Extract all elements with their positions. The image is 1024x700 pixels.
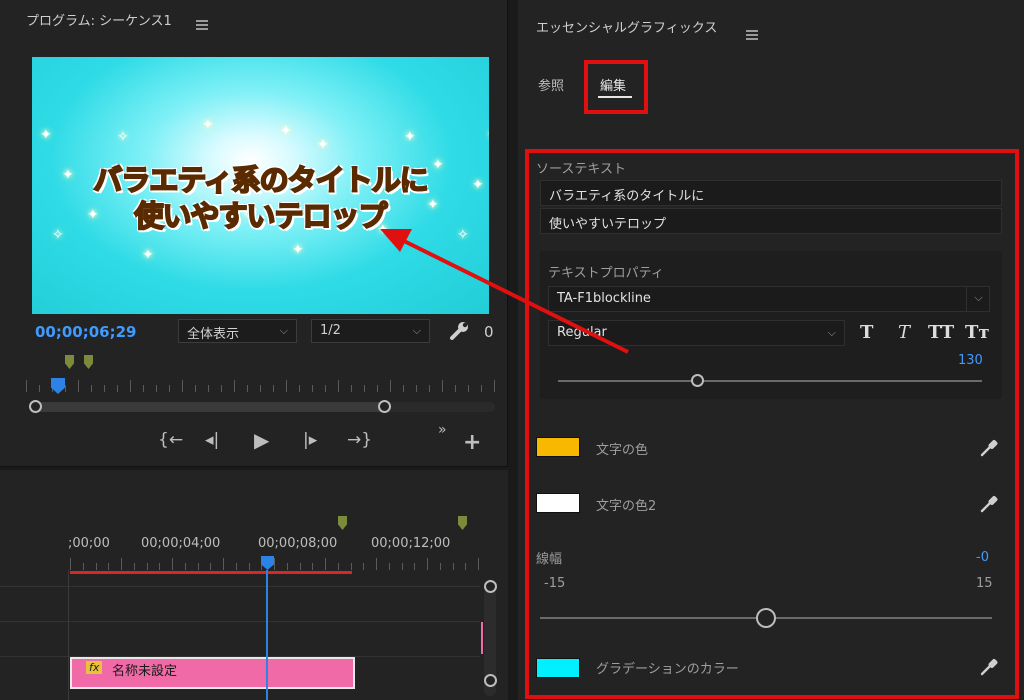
fx-badge: fx — [86, 661, 103, 674]
vscroll-handle-bottom[interactable] — [484, 674, 497, 687]
font-size-slider[interactable] — [558, 380, 982, 382]
gradient-color-label: グラデーションのカラー — [596, 662, 739, 677]
marker-icon[interactable] — [84, 355, 93, 369]
program-monitor-title: プログラム: シーケンス1 — [26, 14, 172, 29]
essential-graphics-panel: エッセンシャルグラフィックス 参照 編集 ソーステキスト バラエティ系のタイトル… — [518, 0, 1024, 700]
track-header-divider — [68, 570, 69, 700]
play-icon[interactable]: ▶ — [254, 428, 269, 452]
font-dropdown[interactable]: TA-F1blockline — [548, 286, 990, 312]
panel-menu-icon[interactable] — [196, 20, 208, 30]
chevron-down-icon: ⌵ — [279, 324, 288, 337]
gradient-color-swatch[interactable] — [536, 658, 580, 678]
font-style: Regular — [557, 325, 607, 340]
fill-color-swatch[interactable] — [536, 437, 580, 457]
font-size-value[interactable]: 130 — [958, 353, 983, 368]
fill2-color-label: 文字の色2 — [596, 499, 657, 514]
go-to-out-icon[interactable]: →} — [347, 430, 372, 450]
zoom-dropdown[interactable]: 全体表示 ⌵ — [178, 319, 297, 343]
zoom-handle-left[interactable] — [29, 400, 42, 413]
tab-edit[interactable]: 編集 — [600, 75, 626, 94]
step-forward-icon[interactable]: |▸ — [303, 430, 317, 450]
tab-browse[interactable]: 参照 — [538, 75, 564, 94]
zoom-scrollbar-thumb[interactable] — [34, 402, 385, 412]
go-to-in-icon[interactable]: {← — [158, 430, 183, 450]
source-text-label: ソーステキスト — [536, 162, 626, 177]
track-edge-marker — [481, 622, 483, 654]
tab-edit-underline — [598, 96, 632, 98]
chevron-down-icon: ⌵ — [412, 324, 421, 337]
stroke-min-label: -15 — [544, 576, 566, 591]
eyedropper-icon[interactable] — [978, 437, 1000, 459]
monitor-ruler[interactable] — [26, 380, 496, 394]
essential-graphics-title: エッセンシャルグラフィックス — [536, 21, 718, 36]
video-preview[interactable]: ✦ ✦ ✦ ✧ ✦ ✦ ✧ ✦ ✦ ✧ ✦ ✦ ✦ ✧ ✦ ✦ ✦ ✦ ✧ ✦ … — [32, 57, 489, 314]
timeline-ruler[interactable] — [70, 558, 480, 570]
stroke-width-label: 線幅 — [536, 552, 563, 567]
faux-bold-button[interactable]: T — [860, 322, 873, 343]
track-divider — [0, 621, 480, 622]
track-divider — [0, 586, 480, 587]
marker-icon[interactable] — [458, 516, 467, 530]
zoom-value: 全体表示 — [187, 327, 240, 342]
faux-italic-button[interactable]: T — [898, 322, 910, 343]
eyedropper-icon[interactable] — [978, 656, 1000, 678]
clip-name: 名称未設定 — [112, 664, 178, 679]
timeline-playhead-line — [266, 570, 268, 700]
font-style-dropdown[interactable]: Regular ⌵ — [548, 320, 845, 346]
vscroll-handle-top[interactable] — [484, 580, 497, 593]
source-text-line1[interactable]: バラエティ系のタイトルに — [540, 180, 1002, 206]
timecode-display[interactable]: 00;00;06;29 — [35, 323, 137, 341]
resolution-value: 1/2 — [320, 323, 341, 338]
ruler-label: 00;00;08;00 — [258, 536, 338, 551]
marker-icon[interactable] — [338, 516, 347, 530]
wrench-value: 0 — [484, 323, 494, 341]
all-caps-button[interactable]: TT — [928, 322, 954, 343]
ruler-label: ;00;00 — [68, 536, 110, 551]
fill-color-label: 文字の色 — [596, 443, 649, 458]
timeline-panel: ;00;00 00;00;04;00 00;00;08;00 00;00;12;… — [0, 470, 508, 700]
stroke-width-slider-knob[interactable] — [756, 608, 776, 628]
chevron-down-icon: ⌵ — [827, 326, 836, 339]
video-title-line2: 使いやすいテロップ — [133, 198, 388, 234]
panel-menu-icon[interactable] — [746, 30, 758, 40]
program-monitor-panel: プログラム: シーケンス1 ✦ ✦ ✦ ✧ ✦ ✦ ✧ ✦ ✦ ✧ ✦ ✦ ✦ … — [0, 0, 508, 467]
fill2-color-swatch[interactable] — [536, 493, 580, 513]
more-controls-icon[interactable]: » — [438, 422, 447, 438]
text-properties-label: テキストプロパティ — [548, 266, 664, 281]
marker-icon[interactable] — [65, 355, 74, 369]
zoom-handle-right[interactable] — [378, 400, 391, 413]
ruler-label: 00;00;12;00 — [371, 536, 451, 551]
wrench-icon[interactable] — [449, 321, 471, 341]
eyedropper-icon[interactable] — [978, 493, 1000, 515]
work-area-bar[interactable] — [70, 571, 352, 574]
font-name: TA-F1blockline — [557, 291, 651, 306]
ruler-label: 00;00;04;00 — [141, 536, 221, 551]
add-button-icon[interactable]: + — [463, 430, 481, 455]
step-back-icon[interactable]: ◂| — [205, 430, 219, 450]
stroke-width-value[interactable]: -0 — [976, 550, 989, 565]
stroke-max-label: 15 — [976, 576, 993, 591]
graphic-clip[interactable]: fx 名称未設定 — [70, 657, 355, 689]
resolution-dropdown[interactable]: 1/2 ⌵ — [311, 319, 430, 343]
source-text-line2[interactable]: 使いやすいテロップ — [540, 208, 1002, 234]
small-caps-button[interactable]: Tт — [965, 322, 990, 343]
chevron-down-icon[interactable]: ⌵ — [966, 286, 990, 312]
